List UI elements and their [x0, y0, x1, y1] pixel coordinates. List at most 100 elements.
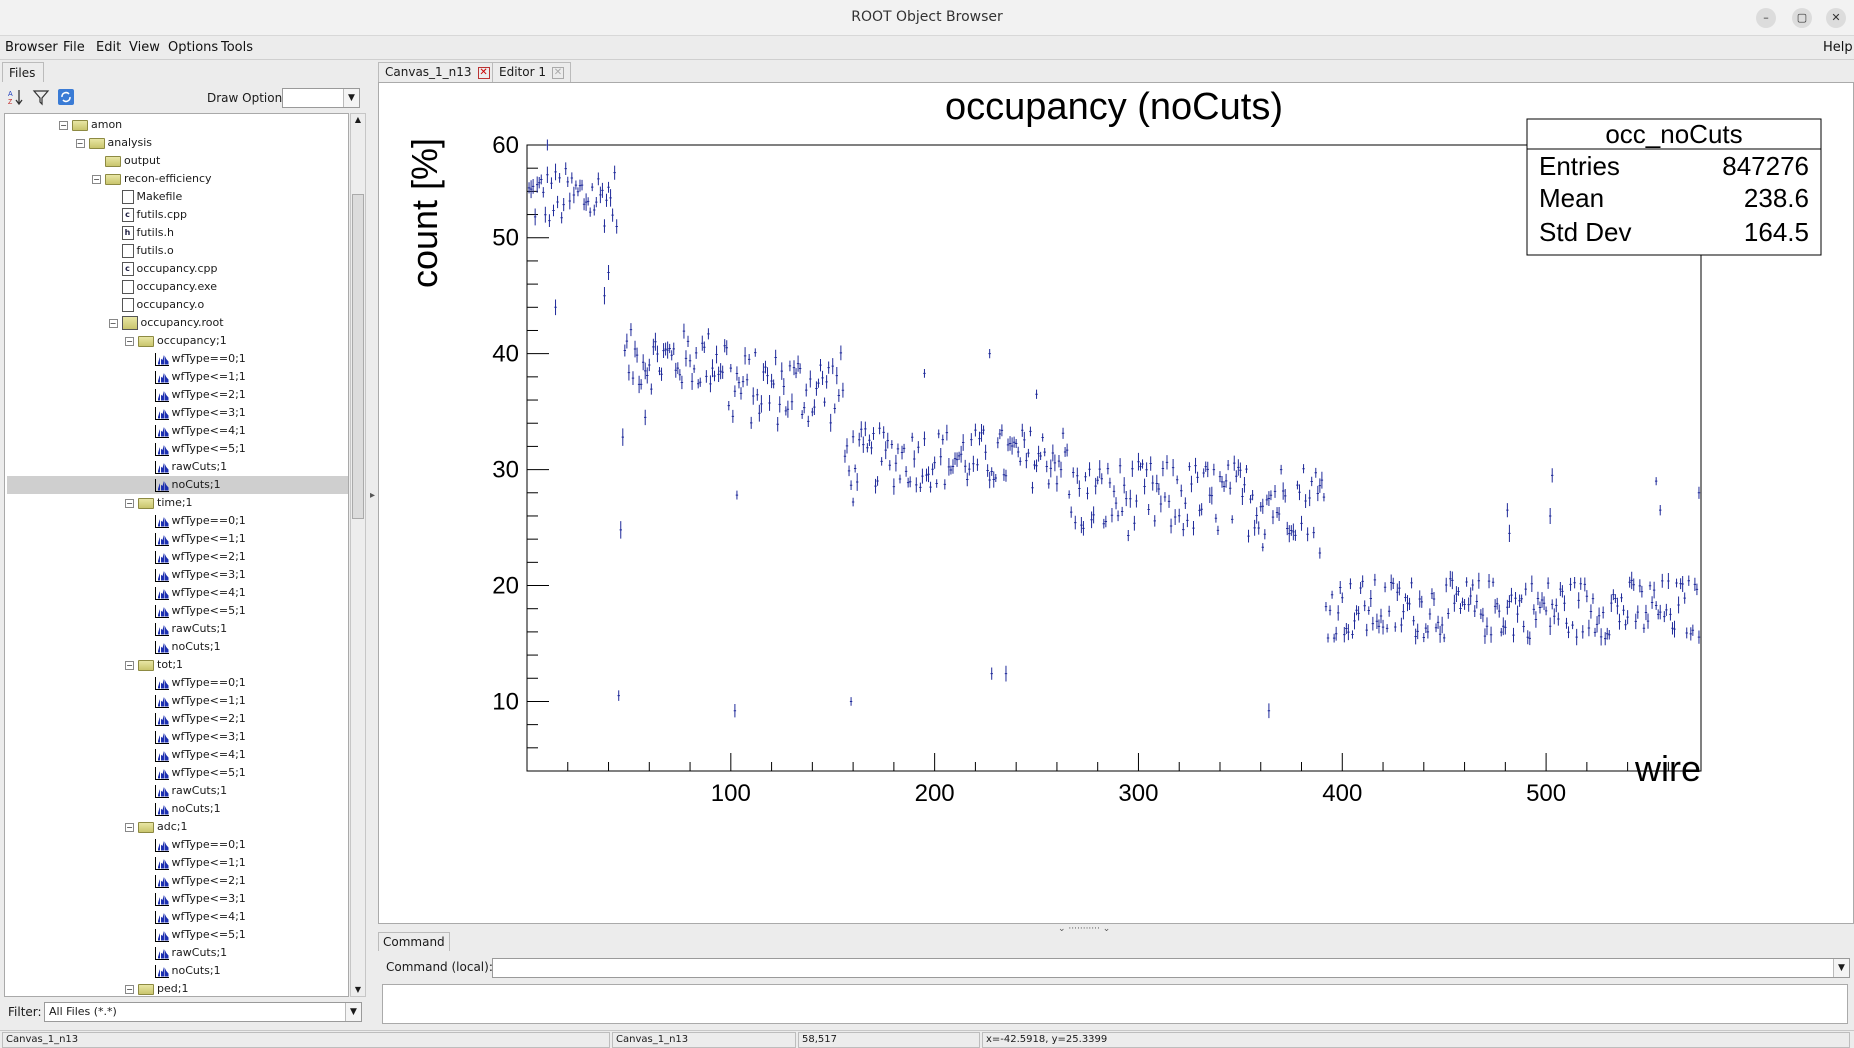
collapse-icon[interactable]: − [125, 336, 134, 346]
splitter-handle-icon[interactable]: ⌄ ··········· ⌄ [1058, 924, 1110, 934]
draw-option-select[interactable]: ▼ [282, 88, 360, 108]
collapse-icon[interactable]: − [108, 318, 118, 328]
tab-canvas[interactable]: Canvas_1_n13 ✕ [378, 62, 497, 82]
data-points [527, 139, 1701, 719]
data-point [1210, 486, 1214, 505]
data-point [1663, 611, 1666, 623]
tab-command[interactable]: Command [378, 932, 450, 951]
data-point [1650, 596, 1654, 609]
menu-help[interactable]: Help [1823, 40, 1853, 55]
menu-view[interactable]: View [129, 40, 160, 55]
tab-files[interactable]: Files [2, 62, 44, 82]
data-point [862, 436, 865, 453]
filter-select[interactable]: All Files (*.*) ▼ [44, 1002, 362, 1022]
scroll-down-icon[interactable]: ▼ [351, 984, 365, 996]
tree-item-label: wfType==0;1 [171, 676, 246, 689]
folder-icon [138, 497, 154, 509]
menu-edit[interactable]: Edit [96, 40, 121, 55]
menu-tools[interactable]: Tools [221, 40, 253, 55]
data-point [713, 370, 716, 382]
x-tick-label: 200 [915, 780, 955, 807]
data-point [617, 690, 620, 701]
collapse-icon[interactable]: − [125, 660, 134, 670]
data-point [1389, 574, 1393, 591]
sort-icon[interactable]: AZ [6, 88, 26, 108]
data-point [1165, 455, 1169, 470]
data-point [1438, 625, 1442, 643]
data-point [1642, 623, 1646, 633]
maximize-button[interactable]: ▢ [1792, 8, 1812, 28]
close-icon[interactable]: ✕ [551, 66, 564, 79]
data-point [1463, 599, 1466, 610]
data-point [1147, 504, 1150, 515]
data-point [1518, 594, 1521, 607]
chevron-down-icon[interactable]: ▼ [1833, 959, 1849, 977]
data-point [1167, 494, 1171, 508]
data-point [811, 407, 814, 417]
chevron-down-icon[interactable]: ▼ [345, 1003, 361, 1021]
collapse-icon[interactable]: − [59, 120, 68, 130]
stats-box[interactable]: occ_noCuts Entries 847276 Mean 238.6 Std… [1526, 118, 1822, 256]
tree-scrollbar[interactable]: ▲ ▼ [350, 113, 366, 997]
data-point [1681, 575, 1684, 593]
data-point [829, 413, 832, 432]
data-point [652, 338, 655, 356]
stats-stddev-label: Std Dev [1539, 217, 1632, 247]
data-point [1092, 506, 1095, 524]
occupancy-chart[interactable]: occupancy (noCuts) count [%] wire 100 200… [379, 83, 1853, 923]
data-point [1318, 547, 1322, 559]
histogram-icon [154, 784, 169, 798]
tree-item[interactable]: noCuts;1 [7, 476, 348, 494]
data-point [580, 179, 584, 191]
data-point [1657, 609, 1660, 620]
chevron-down-icon[interactable]: ▼ [343, 89, 359, 107]
data-point [953, 452, 957, 465]
data-point [648, 358, 651, 372]
data-point [994, 473, 997, 483]
data-point [1640, 585, 1644, 598]
collapse-icon[interactable]: − [125, 822, 134, 832]
collapse-icon[interactable]: − [125, 498, 134, 508]
refresh-icon[interactable] [56, 88, 76, 108]
data-point [1314, 467, 1317, 478]
folder-icon [138, 821, 154, 833]
scrollbar-thumb[interactable] [352, 194, 364, 519]
histogram-icon [154, 676, 169, 690]
data-point [1135, 494, 1138, 508]
data-point [727, 400, 730, 411]
filter-icon[interactable] [31, 88, 51, 108]
splitter-grip-icon[interactable]: ▸ [370, 490, 375, 501]
data-point [613, 165, 616, 180]
data-point [546, 166, 549, 184]
data-point [1432, 592, 1436, 606]
close-icon[interactable]: ✕ [477, 66, 490, 79]
collapse-icon[interactable]: − [75, 138, 85, 148]
data-point [699, 377, 702, 387]
data-point [839, 345, 843, 361]
data-point [1308, 489, 1311, 507]
data-point [961, 434, 965, 451]
data-point [1455, 586, 1458, 602]
data-point [988, 471, 991, 489]
histogram-icon [154, 550, 169, 564]
tab-editor[interactable]: Editor 1 ✕ [492, 62, 571, 82]
menu-browser[interactable]: Browser [5, 40, 58, 55]
panel-splitter[interactable]: ▸ [366, 60, 378, 1028]
data-point [1226, 460, 1230, 471]
menu-file[interactable]: File [63, 40, 85, 55]
file-tree[interactable]: − amon − analysis output − recon-efficiency Mak… [4, 113, 349, 997]
close-button[interactable]: ✕ [1826, 8, 1846, 28]
data-point [1202, 468, 1205, 478]
collapse-icon[interactable]: − [125, 984, 134, 994]
collapse-icon[interactable]: − [92, 174, 101, 184]
root-canvas[interactable]: occupancy (noCuts) count [%] wire 100 200… [378, 82, 1854, 924]
folder-icon [138, 659, 154, 671]
status-object: Canvas_1_n13 [2, 1032, 610, 1048]
data-point [1426, 625, 1430, 639]
data-point [1591, 593, 1595, 604]
menu-options[interactable]: Options [168, 40, 218, 55]
data-point [1078, 480, 1081, 497]
minimize-button[interactable]: – [1756, 8, 1776, 28]
scroll-up-icon[interactable]: ▲ [351, 114, 365, 126]
command-input[interactable]: ▼ [492, 958, 1850, 978]
